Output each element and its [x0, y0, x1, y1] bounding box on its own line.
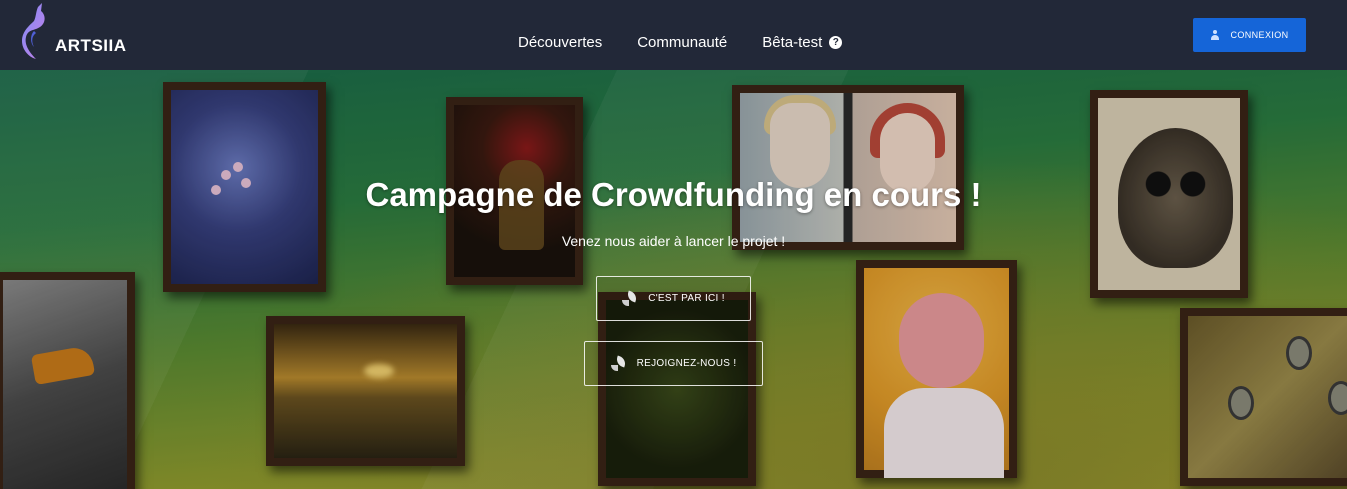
hero-subtitle: Venez nous aider à lancer le projet !	[561, 233, 786, 249]
join-us-button[interactable]: REJOIGNEZ-NOUS !	[584, 341, 763, 386]
nav-link-label: Découvertes	[518, 34, 603, 51]
question-circle-icon[interactable]: ?	[829, 36, 843, 49]
artwork-frame-pink-portrait	[856, 260, 1017, 478]
nav-link-communaute[interactable]: Communauté	[637, 34, 727, 51]
paintbrush-icon	[622, 292, 638, 306]
login-button-label: CONNEXION	[1230, 30, 1289, 40]
artwork-frame-helmet	[0, 272, 135, 489]
hero-banner: Campagne de Crowdfunding en cours ! Vene…	[0, 70, 1347, 489]
unicorn-logo-icon	[22, 3, 45, 59]
nav-link-label: Bêta-test	[762, 34, 823, 51]
nav-link-label: Communauté	[637, 34, 728, 51]
artwork-frame-dark-sketch	[598, 292, 756, 486]
main-nav: Découvertes Communauté Bêta-test ?	[518, 34, 843, 51]
artwork-frame-medals	[1180, 308, 1347, 486]
nav-link-decouvertes[interactable]: Découvertes	[518, 34, 602, 51]
nav-link-beta-test[interactable]: Bêta-test ?	[762, 34, 843, 51]
artwork-frame-sunset	[266, 316, 465, 466]
brand-name: ARTSIIA	[55, 36, 127, 55]
cta-label: C'EST PAR ICI !	[648, 293, 725, 304]
paintbrush-icon	[610, 357, 627, 371]
login-button[interactable]: CONNEXION	[1193, 18, 1306, 52]
cta-label: REJOIGNEZ-NOUS !	[636, 358, 737, 369]
brand-logo[interactable]: ARTSIIA	[20, 3, 126, 63]
artwork-frame-portraits	[732, 85, 964, 250]
user-icon	[1210, 30, 1220, 40]
hero-title: Campagne de Crowdfunding en cours !	[365, 176, 982, 213]
navbar: ARTSIIA Découvertes Communauté Bêta-test…	[0, 0, 1347, 70]
crowdfunding-cta-button[interactable]: C'EST PAR ICI !	[596, 276, 751, 321]
